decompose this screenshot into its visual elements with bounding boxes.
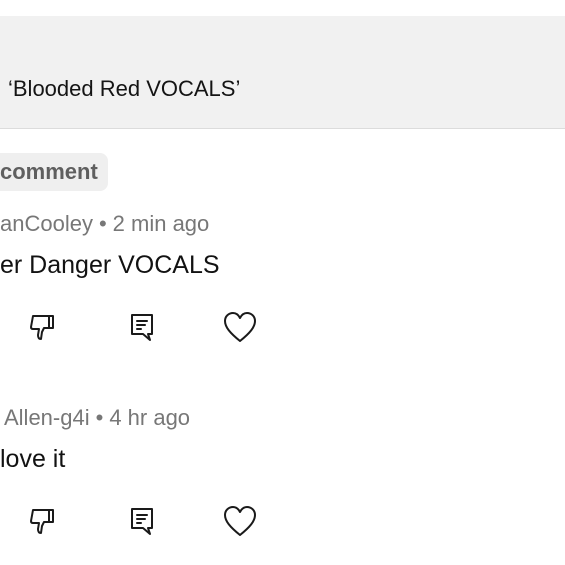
comment-author[interactable]: Allen-g4i [4, 405, 90, 430]
comment-author[interactable]: anCooley [0, 211, 93, 236]
meta-separator: • [95, 405, 104, 430]
comment-time: 4 hr ago [109, 405, 191, 430]
comment-actions [0, 307, 300, 347]
reply-comment-icon [131, 508, 153, 535]
dislike-button[interactable] [22, 307, 62, 347]
heart-icon [224, 312, 256, 342]
reply-button[interactable] [122, 501, 162, 541]
reply-button[interactable] [122, 307, 162, 347]
thumbs-down-icon [30, 315, 54, 340]
thumbs-down-icon [30, 509, 54, 534]
meta-separator: • [98, 211, 107, 236]
comment-meta: Allen-g4i • 4 hr ago [4, 405, 190, 431]
comments-page: ‘Blooded Red VOCALS’ comment anCooley • 2 … [0, 0, 565, 565]
song-title: ‘Blooded Red VOCALS’ [8, 76, 241, 101]
comment-text: er Danger VOCALS [0, 251, 220, 279]
heart-icon [224, 506, 256, 536]
like-button[interactable] [220, 307, 260, 347]
comment-actions [0, 501, 300, 541]
reply-comment-icon [131, 314, 153, 341]
like-button[interactable] [220, 501, 260, 541]
comment-meta: anCooley • 2 min ago [0, 211, 209, 237]
song-banner[interactable]: ‘Blooded Red VOCALS’ [0, 16, 565, 129]
comment-time: 2 min ago [112, 211, 210, 236]
comment-text: love it [0, 445, 66, 473]
comment-chip[interactable]: comment [0, 153, 108, 191]
dislike-button[interactable] [22, 501, 62, 541]
